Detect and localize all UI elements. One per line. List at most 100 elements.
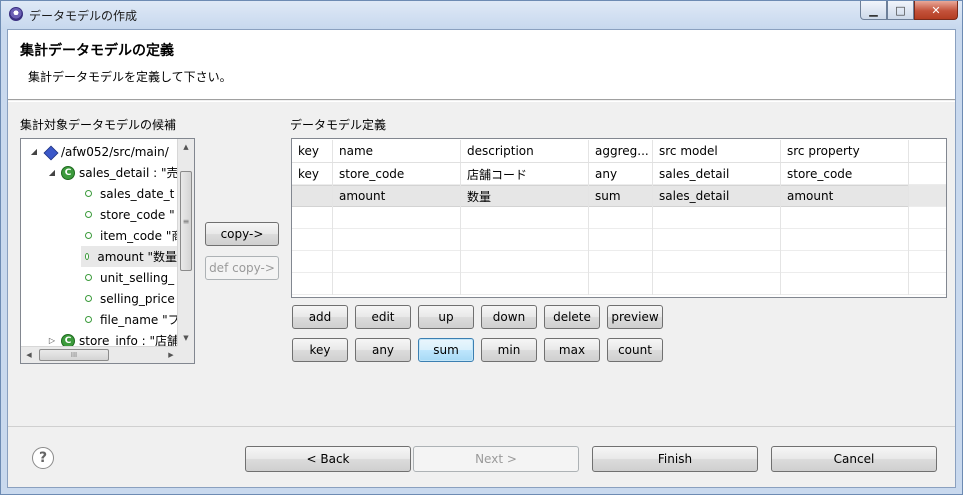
field-icon bbox=[85, 295, 92, 302]
scroll-left-icon[interactable]: ◀ bbox=[21, 347, 37, 363]
empty-cell bbox=[653, 273, 781, 295]
field-icon bbox=[85, 316, 92, 323]
column-header-name[interactable]: name bbox=[333, 140, 461, 162]
cell-description: 数量 bbox=[461, 185, 589, 207]
field-icon bbox=[85, 274, 92, 281]
def-copy-button[interactable]: def copy-> bbox=[205, 256, 279, 280]
delete-button[interactable]: delete bbox=[544, 305, 600, 329]
tree-item-field[interactable]: sales_date_t bbox=[81, 183, 174, 204]
candidates-label: 集計対象データモデルの候補 bbox=[20, 118, 177, 132]
cancel-button[interactable]: Cancel bbox=[771, 446, 937, 472]
field-icon bbox=[85, 211, 92, 218]
empty-cell bbox=[653, 251, 781, 273]
empty-cell bbox=[461, 251, 589, 273]
tree-item-label: item_code "商 bbox=[100, 229, 184, 243]
tree-item-field[interactable]: selling_price bbox=[81, 288, 175, 309]
cell-src-property: store_code bbox=[781, 163, 909, 185]
column-header-aggregation[interactable]: aggreg... bbox=[589, 140, 653, 162]
empty-cell bbox=[292, 273, 333, 295]
back-button[interactable]: < Back bbox=[245, 446, 411, 472]
minimize-icon: ▁ bbox=[869, 3, 878, 17]
cell-src-property: amount bbox=[781, 185, 909, 207]
cell-name: store_code bbox=[333, 163, 461, 185]
tree-item-label: file_name "フ bbox=[100, 313, 180, 327]
tree-item-field[interactable]: item_code "商 bbox=[81, 225, 183, 246]
wizard-header: 集計データモデルの定義 集計データモデルを定義して下さい。 bbox=[8, 30, 955, 100]
field-icon bbox=[85, 190, 92, 197]
empty-cell bbox=[461, 229, 589, 251]
max-button[interactable]: max bbox=[544, 338, 600, 362]
window-title: データモデルの作成 bbox=[29, 9, 138, 23]
wizard-window: データモデルの作成 ▁ □ ✕ 集計データモデルの定義 集計データモデルを定義し… bbox=[0, 0, 963, 495]
candidate-tree[interactable]: ◢ /afw052/src/main/ ◢ C sales_detail : "… bbox=[20, 138, 195, 364]
tree-horizontal-scrollbar[interactable]: ◀ III ▶ bbox=[21, 346, 179, 363]
help-icon[interactable]: ? bbox=[32, 447, 54, 469]
empty-cell bbox=[461, 207, 589, 229]
empty-cell bbox=[333, 251, 461, 273]
empty-cell bbox=[292, 207, 333, 229]
expand-arrow-icon[interactable]: ◢ bbox=[29, 147, 39, 156]
field-icon bbox=[85, 253, 90, 260]
column-header-src-property[interactable]: src property bbox=[781, 140, 909, 162]
minimize-button[interactable]: ▁ bbox=[860, 1, 887, 20]
table-row[interactable]: key store_code 店舗コード any sales_detail st… bbox=[292, 163, 946, 185]
empty-cell bbox=[333, 273, 461, 295]
tree-item-label: sales_date_t bbox=[100, 186, 175, 201]
back-label: < Back bbox=[306, 452, 350, 466]
header-divider bbox=[8, 101, 955, 102]
close-button[interactable]: ✕ bbox=[914, 1, 958, 20]
table-row-empty bbox=[292, 273, 946, 295]
tree-item-label: store_code " bbox=[100, 207, 175, 222]
cell-key bbox=[292, 185, 333, 207]
preview-button[interactable]: preview bbox=[607, 305, 663, 329]
tree-item-sales-detail[interactable]: ◢ C sales_detail : "売 bbox=[47, 162, 179, 183]
column-header-src-model[interactable]: src model bbox=[653, 140, 781, 162]
tree-item-label: unit_selling_ bbox=[100, 270, 175, 285]
empty-cell bbox=[461, 273, 589, 295]
scroll-thumb[interactable]: ≡ bbox=[180, 171, 192, 271]
title-bar[interactable]: データモデルの作成 ▁ □ ✕ bbox=[1, 1, 962, 29]
app-icon bbox=[9, 7, 23, 21]
next-button[interactable]: Next > bbox=[413, 446, 579, 472]
column-header-description[interactable]: description bbox=[461, 140, 589, 162]
cell-src-model: sales_detail bbox=[653, 185, 781, 207]
edit-button[interactable]: edit bbox=[355, 305, 411, 329]
tree-item-field-selected[interactable]: amount "数量 bbox=[81, 246, 177, 267]
scroll-up-icon[interactable]: ▲ bbox=[178, 139, 194, 155]
cell-key: key bbox=[292, 163, 333, 185]
count-button[interactable]: count bbox=[607, 338, 663, 362]
model-definition-table[interactable]: key name description aggreg... src model… bbox=[291, 138, 947, 298]
table-row-empty bbox=[292, 229, 946, 251]
scroll-down-icon[interactable]: ▼ bbox=[178, 330, 194, 346]
table-row-empty bbox=[292, 251, 946, 273]
tree-item-label: amount "数量 bbox=[97, 250, 177, 264]
tree-item-root[interactable]: ◢ /afw052/src/main/ bbox=[29, 141, 169, 162]
finish-button[interactable]: Finish bbox=[592, 446, 758, 472]
down-button[interactable]: down bbox=[481, 305, 537, 329]
column-header-key[interactable]: key bbox=[292, 140, 333, 162]
scroll-thumb[interactable]: III bbox=[39, 349, 109, 361]
table-row-selected[interactable]: amount 数量 sum sales_detail amount bbox=[292, 185, 946, 207]
copy-button[interactable]: copy-> bbox=[205, 222, 279, 246]
tree-item-field[interactable]: store_code " bbox=[81, 204, 175, 225]
tree-vertical-scrollbar[interactable]: ▲ ≡ ▼ bbox=[177, 139, 194, 346]
up-button[interactable]: up bbox=[418, 305, 474, 329]
table-row-empty bbox=[292, 207, 946, 229]
tree-item-field[interactable]: file_name "フ bbox=[81, 309, 180, 330]
maximize-icon: □ bbox=[895, 3, 906, 17]
page-title: 集計データモデルの定義 bbox=[20, 43, 174, 59]
window-controls: ▁ □ ✕ bbox=[860, 1, 958, 21]
empty-cell bbox=[781, 229, 909, 251]
empty-cell bbox=[781, 273, 909, 295]
close-icon: ✕ bbox=[931, 3, 941, 17]
sum-button[interactable]: sum bbox=[418, 338, 474, 362]
collapse-arrow-icon[interactable]: ▷ bbox=[47, 336, 57, 345]
min-button[interactable]: min bbox=[481, 338, 537, 362]
maximize-button[interactable]: □ bbox=[887, 1, 914, 20]
tree-item-label: /afw052/src/main/ bbox=[61, 144, 169, 159]
any-button[interactable]: any bbox=[355, 338, 411, 362]
add-button[interactable]: add bbox=[292, 305, 348, 329]
key-button[interactable]: key bbox=[292, 338, 348, 362]
tree-item-field[interactable]: unit_selling_ bbox=[81, 267, 174, 288]
expand-arrow-icon[interactable]: ◢ bbox=[47, 168, 57, 177]
